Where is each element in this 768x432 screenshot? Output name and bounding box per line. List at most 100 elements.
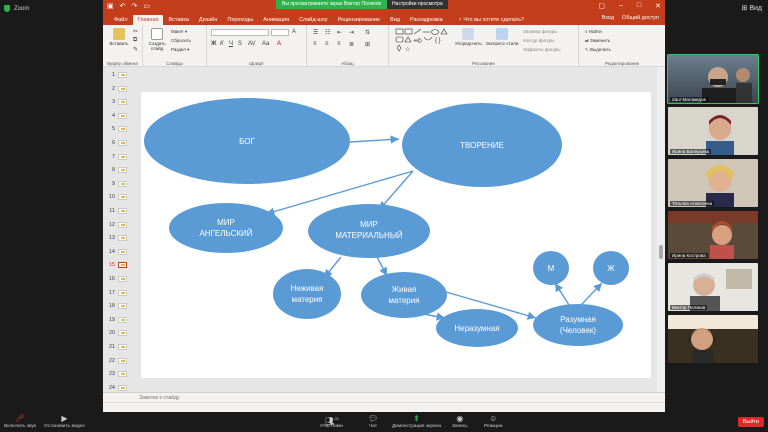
italic-icon[interactable]: К [220,41,224,47]
new-slide-button[interactable]: Создать слайд [146,28,168,51]
view-button[interactable]: ⊞ Вид [742,4,762,12]
font-size-box[interactable] [271,29,289,36]
quick-styles-button[interactable]: Экспресс-стили [485,28,519,46]
slide-thumbnail[interactable]: 20 [107,329,131,338]
ribbon-options-icon[interactable]: ▢ [598,2,605,10]
node-rational-human[interactable]: Разумная (Человек) [533,304,623,346]
undo-icon[interactable]: ↶ [120,2,126,10]
tab-transitions[interactable]: Переходы [222,15,258,25]
notes-pane[interactable]: Заметки к слайду [103,392,665,402]
slide-thumbnail[interactable]: 13 [107,234,131,243]
tab-home[interactable]: Главная [132,15,164,25]
record-button[interactable]: ◉ Запись [452,414,468,429]
sign-in-link[interactable]: Вход [602,15,614,21]
node-m[interactable]: М [533,251,569,285]
slide-thumbnail[interactable]: 16 [107,275,131,284]
share-button[interactable]: Общий доступ [622,15,659,21]
tell-me-search[interactable]: ♀ Что вы хотите сделать? [458,15,524,25]
minimize-icon[interactable]: – [619,2,623,10]
shape-outline-button[interactable]: Контур фигуры [523,38,554,43]
chat-button[interactable]: 💬︎ Чат [368,414,378,429]
slide-thumbnail[interactable]: 10 [107,193,131,202]
shield-icon[interactable] [4,5,10,12]
node-material-world[interactable]: МИР МАТЕРИАЛЬНЫЙ [308,204,430,258]
slide-thumbnail[interactable]: 3 [107,98,131,107]
reset-button[interactable]: Сбросить [171,38,191,43]
participant-tile[interactable] [668,315,758,363]
slide-thumbnail[interactable]: 22 [107,357,131,366]
node-living-matter[interactable]: Живая материя [361,272,447,318]
participants-button[interactable]: 👥︎22 Участники [320,414,343,429]
node-f[interactable]: Ж [593,251,629,285]
paste-button[interactable]: Вставить [107,28,131,46]
node-angelic-world[interactable]: МИР АНГЕЛЬСКИЙ [169,203,283,253]
slide-thumbnail[interactable]: 8 [107,166,131,175]
align-center-icon[interactable]: ≡ [325,41,329,47]
spacing-icon[interactable]: AV [248,41,256,47]
bullets-icon[interactable]: ☰ [313,29,318,36]
reactions-button[interactable]: ☺ Реакции [484,414,503,429]
replace-button[interactable]: ⇄ Заменить [585,38,610,44]
indent-icon[interactable]: ⇤ [337,29,342,36]
format-painter-icon[interactable]: ✎ [133,46,138,53]
find-button[interactable]: ⌕ Найти [585,29,602,34]
save-icon[interactable]: ▣ [107,2,114,10]
arrange-button[interactable]: Упорядочить [455,28,482,46]
slide-thumbnail[interactable]: 5 [107,125,131,134]
scroll-thumb[interactable] [659,245,663,259]
node-creation[interactable]: ТВОРЕНИЕ [402,103,562,187]
vertical-scrollbar[interactable] [657,67,665,402]
share-screen-button[interactable]: ⬆ Демонстрация экрана [392,414,441,429]
node-irrational[interactable]: Неразумная [436,309,518,347]
align-right-icon[interactable]: ≡ [337,41,341,47]
participant-tile[interactable]: Татьяна Алексеева [668,159,758,207]
stop-video-button[interactable]: ▶ Остановить видео [44,414,85,429]
cut-icon[interactable]: ✂ [133,28,138,35]
tab-review[interactable]: Рецензирование [333,15,385,25]
shapes-gallery[interactable]: { } ☆ [395,28,451,52]
unmute-button[interactable]: 🎤︎ Включить звук [4,414,36,429]
slide-thumbnail[interactable]: 7 [107,153,131,162]
slide-thumbnail[interactable]: 18 [107,302,131,311]
slide-thumbnail[interactable]: 9 [107,180,131,189]
shape-fill-button[interactable]: Заливка фигуры [523,29,557,34]
maximize-icon[interactable]: □ [637,2,641,10]
participant-tile[interactable]: Виктор Поляков [668,263,758,311]
slide-thumbnail[interactable]: 11 [107,207,131,216]
slide-thumbnail[interactable]: 4 [107,112,131,121]
slide-thumbnail[interactable]: 21 [107,343,131,352]
node-inanimate-matter[interactable]: Неживая материя [273,269,341,319]
section-button[interactable]: Раздел ▾ [171,47,189,53]
tab-storyboard[interactable]: Раскадровка [405,15,448,25]
slide-thumbnail[interactable]: 6 [107,139,131,148]
copy-icon[interactable]: ⧉ [133,37,137,44]
view-options-button[interactable]: Настройки просмотра [387,0,448,9]
numbering-icon[interactable]: ☷ [325,29,330,36]
justify-icon[interactable]: ≣ [349,41,354,48]
participant-tile[interactable]: Ирина Валерьева [668,107,758,155]
smartart-icon[interactable]: ⊞ [365,41,370,48]
slide-thumbnail[interactable]: 12 [107,221,131,230]
slide-thumbnail[interactable]: 17 [107,289,131,298]
align-left-icon[interactable]: ≡ [313,41,317,47]
increase-font-icon[interactable]: A [292,29,296,35]
tab-view[interactable]: Вид [385,15,405,25]
font-color-icon[interactable]: A [277,41,281,47]
close-icon[interactable]: ✕ [655,2,661,10]
slide-thumbnail[interactable]: 1 [107,71,131,80]
slide-thumbnail[interactable]: 23 [107,370,131,379]
layout-button[interactable]: Макет ▾ [171,29,187,35]
slide-thumbnail[interactable]: 15 [107,261,131,270]
participant-tile[interactable]: Zaur Магомедов [667,54,759,104]
slide-thumbnail[interactable]: 2 [107,85,131,94]
outdent-icon[interactable]: ⇥ [349,29,354,36]
tab-file[interactable]: Файл [109,15,133,25]
node-god[interactable]: БОГ [144,98,350,184]
participant-tile[interactable]: Ирина Кострова [668,211,758,259]
slide-thumbnail[interactable]: 14 [107,248,131,257]
tab-animations[interactable]: Анимация [258,15,294,25]
select-button[interactable]: ↖ Выделить [585,47,611,53]
tab-design[interactable]: Дизайн [194,15,223,25]
redo-icon[interactable]: ↷ [132,2,138,10]
bold-icon[interactable]: Ж [211,41,216,47]
